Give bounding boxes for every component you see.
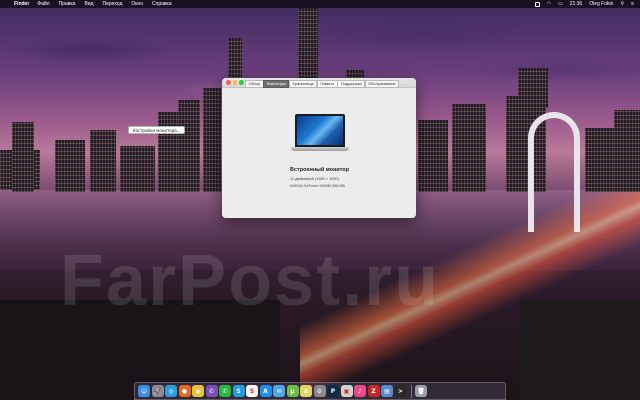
tab-storage[interactable]: Хранилище bbox=[288, 79, 318, 88]
whatsapp-icon[interactable]: ✆ bbox=[219, 385, 231, 397]
menu-item-view[interactable]: Вид bbox=[84, 1, 93, 7]
filezilla-icon[interactable]: Z bbox=[367, 385, 380, 397]
viber-icon[interactable]: ✆ bbox=[205, 385, 218, 397]
segmented-tabs: Обзор Мониторы Хранилище Память Поддержк… bbox=[245, 79, 400, 88]
watermark: FarPost.ru bbox=[60, 241, 441, 321]
tab-displays[interactable]: Мониторы bbox=[263, 79, 290, 88]
menu-item-window[interactable]: Окно bbox=[131, 1, 143, 7]
system-preferences-icon[interactable]: ⚙ bbox=[313, 385, 326, 397]
menu-bar: Finder Файл Правка Вид Переход Окно Спра… bbox=[0, 0, 640, 8]
building bbox=[418, 120, 448, 192]
building bbox=[120, 146, 155, 192]
zoom-button[interactable] bbox=[239, 80, 244, 85]
finder-icon[interactable]: ☺ bbox=[138, 385, 150, 397]
status-app-icon[interactable] bbox=[534, 1, 540, 7]
app-store-icon[interactable]: A bbox=[259, 385, 272, 397]
building bbox=[158, 112, 178, 192]
display-settings-button[interactable]: Настройки монитора... bbox=[128, 126, 185, 134]
display-name: Встроенный монитор bbox=[290, 167, 350, 173]
building bbox=[178, 100, 200, 192]
menu-item-help[interactable]: Справка bbox=[152, 1, 172, 7]
laptop-screen bbox=[295, 114, 345, 147]
tab-service[interactable]: Обслуживание bbox=[364, 79, 400, 88]
notification-center-icon[interactable]: ≡ bbox=[631, 1, 634, 7]
laptop-base bbox=[291, 147, 349, 151]
calendar-icon[interactable]: 5 bbox=[246, 385, 258, 397]
utorrent-icon[interactable]: µ bbox=[286, 385, 299, 397]
menu-item-edit[interactable]: Правка bbox=[59, 1, 76, 7]
close-button[interactable] bbox=[226, 80, 231, 85]
notes-icon[interactable]: ≡ bbox=[300, 385, 312, 397]
building bbox=[203, 88, 221, 192]
building bbox=[452, 104, 486, 192]
canton-tower bbox=[528, 112, 580, 232]
clock[interactable]: 21:36 bbox=[570, 1, 583, 7]
dock: ☺ 🚀 ◎ ● ◉ ✆ ✆ S 5 A ✉ µ ≡ ⚙ P ▣ ♪ Z ▤ > 🗑 bbox=[134, 382, 506, 400]
wifi-icon[interactable]: ◠ bbox=[547, 1, 551, 7]
status-area: ◠ ▭ 21:36 Oleg Fokin ⚲ ≡ bbox=[528, 1, 640, 7]
battery-icon[interactable]: ▭ bbox=[558, 1, 563, 7]
tab-overview[interactable]: Обзор bbox=[245, 79, 264, 88]
safari-icon[interactable]: ◎ bbox=[165, 385, 177, 397]
building bbox=[518, 68, 548, 108]
image-capture-icon[interactable]: ▤ bbox=[381, 385, 393, 397]
tab-memory[interactable]: Память bbox=[316, 79, 338, 88]
foreground-buildings bbox=[520, 300, 640, 400]
preview-icon[interactable]: ▣ bbox=[340, 385, 353, 397]
laptop-icon bbox=[291, 114, 349, 152]
trash-icon[interactable]: 🗑 bbox=[415, 385, 427, 397]
window-titlebar[interactable]: Обзор Мониторы Хранилище Память Поддержк… bbox=[222, 78, 416, 88]
launchpad-icon[interactable]: 🚀 bbox=[151, 385, 164, 397]
menu-item-go[interactable]: Переход bbox=[103, 1, 123, 7]
about-this-mac-window: Обзор Мониторы Хранилище Память Поддержк… bbox=[222, 78, 416, 218]
building bbox=[12, 122, 34, 192]
menu-item-file[interactable]: Файл bbox=[37, 1, 49, 7]
dock-separator bbox=[411, 384, 412, 398]
minimize-button[interactable] bbox=[232, 80, 237, 85]
building bbox=[90, 130, 116, 192]
display-size: 11-дюймовый (1680 × 1050) bbox=[290, 177, 339, 181]
graphics-card: NVIDIA GeForce 9400M 256 МБ bbox=[290, 183, 346, 188]
skype-icon[interactable]: S bbox=[232, 385, 245, 397]
tab-support[interactable]: Поддержка bbox=[337, 79, 366, 88]
firefox-icon[interactable]: ● bbox=[178, 385, 191, 397]
building bbox=[298, 8, 318, 80]
itunes-icon[interactable]: ♪ bbox=[354, 385, 366, 397]
user-name[interactable]: Oleg Fokin bbox=[589, 1, 613, 7]
building bbox=[55, 140, 85, 192]
photoshop-icon[interactable]: P bbox=[327, 385, 339, 397]
window-content: Встроенный монитор 11-дюймовый (1680 × 1… bbox=[222, 88, 416, 218]
building bbox=[614, 110, 640, 192]
building bbox=[228, 38, 242, 82]
chrome-icon[interactable]: ◉ bbox=[192, 385, 204, 397]
mail-icon[interactable]: ✉ bbox=[273, 385, 285, 397]
terminal-icon[interactable]: > bbox=[394, 385, 407, 397]
menu-app-name[interactable]: Finder bbox=[14, 1, 29, 7]
display-info: Встроенный монитор 11-дюймовый (1680 × 1… bbox=[290, 167, 349, 190]
spotlight-icon[interactable]: ⚲ bbox=[620, 1, 624, 7]
building bbox=[585, 128, 615, 192]
window-controls bbox=[222, 80, 246, 85]
